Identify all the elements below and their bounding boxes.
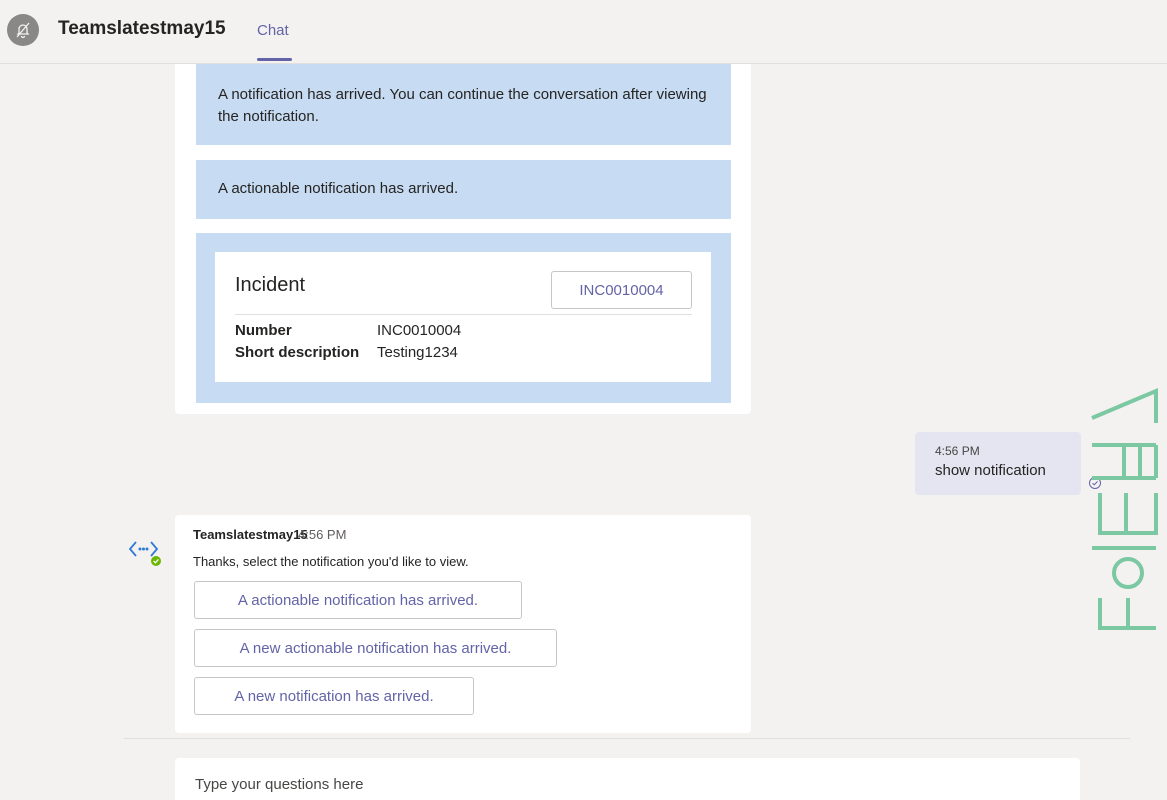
bot-message-card: Teamslatestmay15 4:56 PM Thanks, select … [175, 515, 751, 733]
bot-sender-name: Teamslatestmay15 [193, 527, 308, 542]
choice-button[interactable]: A actionable notification has arrived. [194, 581, 522, 619]
incident-card: Incident INC0010004 Number INC0010004 Sh… [215, 252, 711, 382]
fact-value-number: INC0010004 [377, 322, 462, 339]
bell-off-icon[interactable] [7, 14, 39, 46]
notification-item: A notification has arrived. You can cont… [196, 64, 731, 145]
divider [235, 314, 692, 315]
bot-code-icon [128, 541, 161, 566]
fact-key-short-description: Short description [235, 344, 360, 361]
user-message-text: show notification [935, 462, 1046, 479]
fact-key-number: Number [235, 322, 292, 339]
user-message-time: 4:56 PM [935, 444, 980, 458]
choice-button[interactable]: A new actionable notification has arrive… [194, 629, 557, 667]
incident-number-button[interactable]: INC0010004 [551, 271, 692, 309]
bot-message-text: Thanks, select the notification you'd li… [193, 554, 469, 569]
incident-title: Incident [235, 274, 306, 296]
watermark-logo [1091, 387, 1158, 630]
tab-chat[interactable]: Chat [257, 22, 289, 39]
bot-message-time: 4:56 PM [298, 527, 347, 542]
notification-item: A actionable notification has arrived. [196, 160, 731, 219]
message-input[interactable]: Type your questions here [175, 758, 1080, 800]
fact-value-short-description: Testing1234 [377, 344, 458, 361]
active-tab-indicator [257, 58, 292, 61]
chat-header: Teamslatestmay15 Chat [0, 0, 1167, 64]
chat-title: Teamslatestmay15 [58, 18, 226, 39]
choice-button[interactable]: A new notification has arrived. [194, 677, 474, 715]
composer-divider [124, 738, 1130, 739]
user-message-bubble: 4:56 PM show notification [915, 432, 1081, 495]
